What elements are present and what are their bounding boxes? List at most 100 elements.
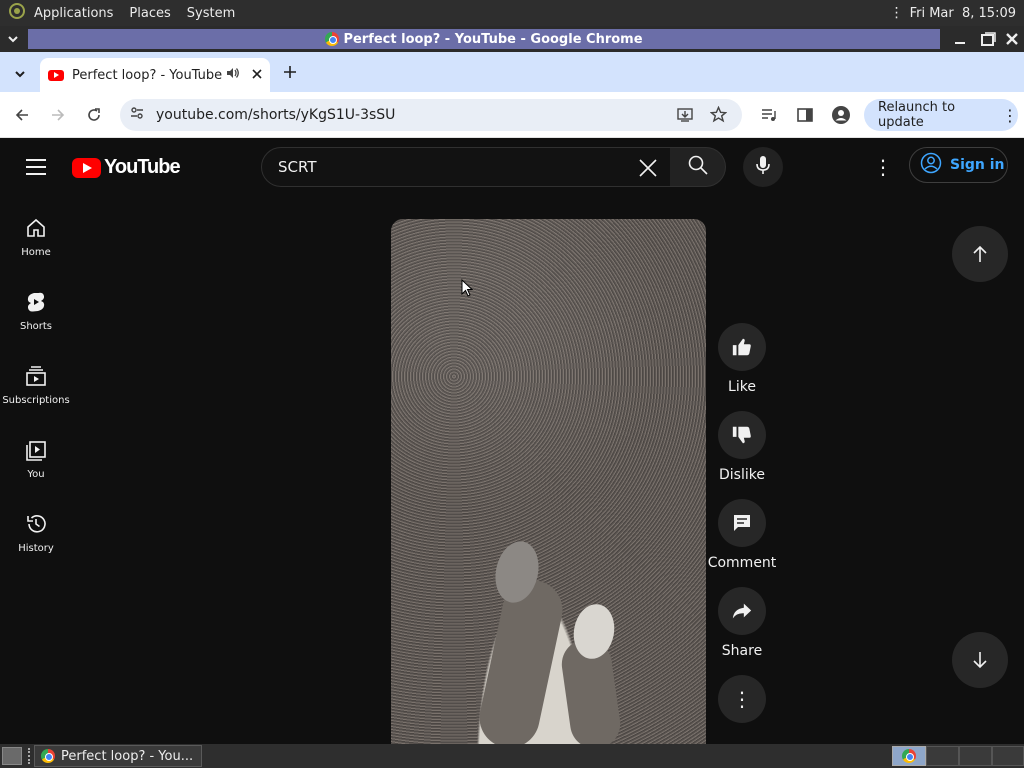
window-menu-chevron-icon[interactable] [3, 29, 23, 49]
back-arrow-icon[interactable] [10, 103, 34, 127]
youtube-logo-icon [72, 157, 101, 178]
microphone-icon [755, 155, 771, 179]
tab-audio-icon[interactable] [226, 66, 242, 84]
thumbs-up-icon [732, 338, 751, 356]
dislike-button[interactable] [718, 411, 766, 459]
guide-item-label: You [27, 468, 45, 480]
window-close-icon[interactable] [1002, 29, 1022, 49]
like-action[interactable]: Like [717, 323, 767, 395]
guide-item-home[interactable]: Home [0, 200, 72, 274]
chrome-menu-kebab-icon[interactable]: ⋮ [1002, 106, 1018, 125]
arrow-down-icon [973, 652, 987, 669]
thumbs-down-icon [732, 426, 751, 444]
relaunch-label: Relaunch to update [878, 100, 956, 130]
tab-youtube[interactable]: Perfect loop? - YouTube [40, 58, 270, 92]
taskbar-window-button[interactable]: Perfect loop? - You... [34, 745, 202, 767]
guide-menu-hamburger-icon[interactable] [24, 157, 48, 181]
media-controls-icon[interactable] [757, 103, 781, 127]
new-tab-plus-icon[interactable] [283, 64, 301, 82]
settings-kebab-icon[interactable]: ⋮ [873, 155, 893, 179]
chrome-icon [902, 749, 916, 763]
youtube-masthead: YouTube SCRT ⋮ Sign in [0, 139, 1024, 195]
workspace-2[interactable] [926, 746, 959, 766]
bookmark-star-icon[interactable] [709, 105, 728, 127]
system-menu[interactable]: System [187, 6, 235, 21]
panel-clock[interactable]: Fri Mar 8, 15:09 [910, 6, 1016, 21]
voice-search-button[interactable] [743, 147, 783, 187]
gnome-foot-icon[interactable] [8, 2, 26, 24]
window-maximize-icon[interactable] [978, 29, 998, 49]
search-icon [688, 155, 708, 179]
url-text[interactable]: youtube.com/shorts/yKgS1U-3sSU [156, 107, 395, 123]
taskbar: Perfect loop? - You... [0, 744, 1024, 768]
guide-item-shorts[interactable]: Shorts [0, 274, 72, 348]
reload-icon[interactable] [82, 103, 106, 127]
sign-in-button[interactable]: Sign in [909, 147, 1008, 183]
places-menu[interactable]: Places [129, 6, 170, 21]
guide-item-label: Home [21, 246, 51, 258]
workspace-4[interactable] [992, 746, 1024, 766]
site-info-tune-icon[interactable] [130, 106, 146, 124]
shorts-video-player[interactable] [391, 219, 706, 744]
youtube-logo[interactable]: YouTube [72, 156, 181, 179]
arrow-up-icon [973, 245, 987, 262]
clear-search-x-icon[interactable] [638, 158, 658, 182]
forward-arrow-icon [46, 103, 70, 127]
top-panel: Applications Places System ⋮ Fri Mar 8, … [0, 0, 1024, 26]
guide-item-label: Subscriptions [2, 394, 70, 406]
guide-item-label: Shorts [19, 320, 53, 332]
share-arrow-icon [732, 603, 752, 619]
previous-short-button[interactable] [952, 226, 1008, 282]
comment-action[interactable]: Comment [706, 499, 778, 571]
browser-toolbar: youtube.com/shorts/yKgS1U-3sSU Relaunch … [0, 92, 1024, 138]
address-bar[interactable]: youtube.com/shorts/yKgS1U-3sSU [120, 99, 742, 131]
sign-in-label: Sign in [950, 157, 1005, 173]
comment-bubble-icon [734, 515, 750, 531]
comment-label: Comment [707, 555, 777, 571]
home-icon [27, 218, 45, 237]
show-desktop-icon[interactable] [2, 747, 22, 765]
more-kebab-icon: ⋮ [732, 687, 752, 711]
tab-search-chevron-icon[interactable] [10, 64, 30, 84]
relaunch-to-update-button[interactable]: Relaunch to update ⋮ [864, 99, 1018, 131]
comment-button[interactable] [718, 499, 766, 547]
window-title: Perfect loop? - YouTube - Google Chrome [343, 31, 643, 47]
tab-title: Perfect loop? - YouTube [72, 67, 222, 83]
dislike-action[interactable]: Dislike [717, 411, 767, 483]
workspace-1[interactable] [892, 746, 926, 766]
mouse-cursor-icon [461, 279, 473, 297]
guide-item-you[interactable]: You [0, 422, 72, 496]
youtube-logo-text: YouTube [104, 156, 181, 178]
taskbar-window-label: Perfect loop? - You... [61, 748, 194, 764]
install-app-icon[interactable] [677, 107, 693, 127]
chrome-icon [325, 32, 340, 46]
more-actions-button[interactable]: ⋮ [718, 675, 766, 723]
search-button[interactable] [670, 147, 726, 187]
more-actions[interactable]: ⋮ [717, 675, 767, 731]
share-button[interactable] [718, 587, 766, 635]
taskbar-separator [28, 748, 30, 764]
tab-close-icon[interactable] [252, 68, 262, 83]
your-channel-icon [26, 440, 46, 461]
window-minimize-icon[interactable] [950, 29, 970, 49]
dislike-label: Dislike [719, 467, 765, 483]
workspace-switcher[interactable] [892, 746, 1024, 766]
panel-menus: Applications Places System [0, 0, 251, 26]
guide-item-history[interactable]: History [0, 496, 72, 570]
guide-item-label: History [18, 542, 54, 554]
shorts-icon [27, 292, 45, 312]
search-input[interactable]: SCRT [261, 147, 671, 187]
applications-menu[interactable]: Applications [34, 6, 113, 21]
youtube-favicon-icon [48, 69, 64, 81]
next-short-button[interactable] [952, 632, 1008, 688]
like-label: Like [728, 379, 756, 395]
profile-avatar-icon[interactable] [829, 103, 853, 127]
share-label: Share [721, 643, 763, 659]
like-button[interactable] [718, 323, 766, 371]
side-panel-icon[interactable] [793, 103, 817, 127]
workspace-3[interactable] [959, 746, 992, 766]
panel-kebab-icon[interactable]: ⋮ [890, 5, 904, 21]
guide-item-subscriptions[interactable]: Subscriptions [0, 348, 72, 422]
share-action[interactable]: Share [717, 587, 767, 659]
chrome-icon [41, 749, 55, 763]
